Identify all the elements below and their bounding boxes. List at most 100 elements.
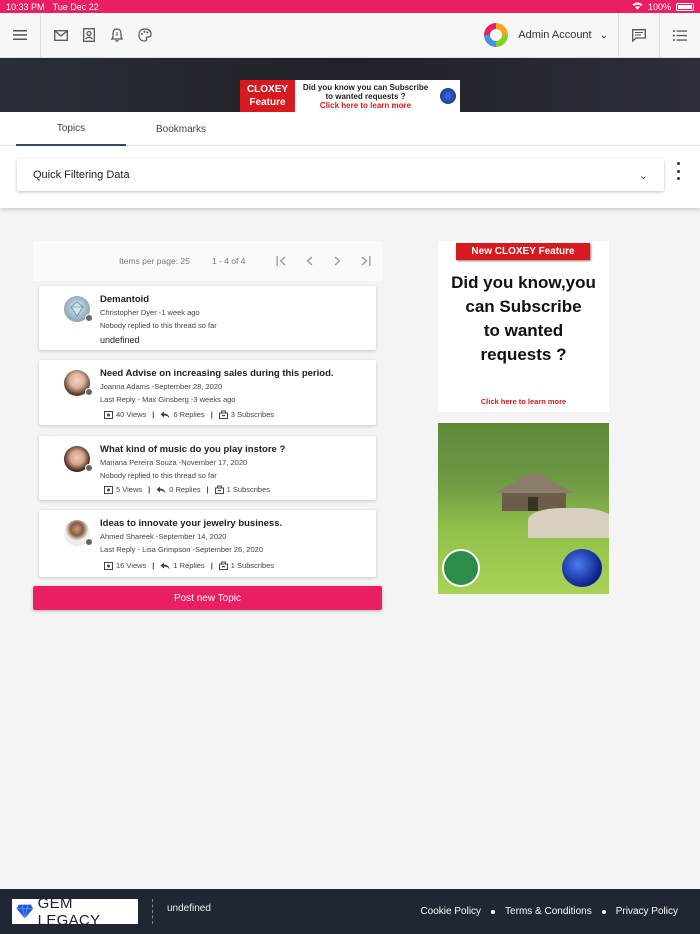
notifications-button[interactable] — [105, 23, 129, 47]
chevron-right-icon — [334, 256, 341, 266]
topic-stats: 5 Views | 0 Replies | 1 Subscribes — [104, 485, 270, 494]
topic-stats: 16 Views | 1 Replies | 1 Subscribes — [104, 561, 274, 570]
status-bar: 10:33 PM Tue Dec 22 100% — [0, 0, 700, 13]
kebab-dot — [676, 162, 680, 165]
last-page-button[interactable] — [359, 255, 371, 267]
theme-button[interactable] — [133, 23, 157, 47]
stats-separator: | — [206, 485, 209, 494]
page-range: 1 - 4 of 4 — [211, 256, 246, 266]
link-separator — [491, 909, 496, 914]
sapphire-icon — [562, 549, 602, 587]
reply-icon — [156, 486, 166, 493]
next-page-button[interactable] — [331, 255, 343, 267]
topic-card[interactable]: What kind of music do you play instore ?… — [39, 436, 376, 500]
tab-bookmarks[interactable]: Bookmarks — [126, 112, 236, 146]
terms-conditions-link[interactable]: Terms & Conditions — [505, 906, 592, 917]
account-menu[interactable]: Admin Account ⌄ — [482, 13, 618, 58]
topic-author: Christopher Dyer -1 week ago — [100, 308, 200, 317]
chevron-down-icon: ⌄ — [599, 29, 608, 41]
topic-card[interactable]: Demantoid Christopher Dyer -1 week ago N… — [39, 286, 376, 350]
reply-icon — [160, 562, 170, 569]
topic-last-reply: Last Reply - Lisa Grimpson -September 26… — [100, 545, 263, 554]
wifi-icon — [632, 2, 643, 12]
presence-indicator — [85, 388, 93, 396]
quick-filter-expander[interactable]: Quick Filtering Data ⌄ — [17, 159, 664, 191]
topic-stats: 40 Views | 6 Replies | 3 Subscribes — [104, 410, 274, 419]
topic-title[interactable]: Need Advise on increasing sales during t… — [100, 368, 334, 379]
topic-author: Joanna Adams -September 28, 2020 — [100, 382, 223, 391]
banner-ad[interactable]: CLOXEY Feature Did you know you can Subs… — [240, 80, 460, 112]
side-ad-headline: Did you know,you can Subscribe to wanted… — [438, 271, 609, 367]
mail-button[interactable] — [49, 23, 73, 47]
topic-card[interactable]: Ideas to innovate your jewelry business.… — [39, 510, 376, 577]
top-banner: CLOXEY Feature Did you know you can Subs… — [0, 58, 700, 112]
list-view-button[interactable] — [660, 13, 700, 58]
hut-illustration — [494, 471, 574, 511]
side-ad-line1: Did you know,you — [451, 273, 596, 292]
kebab-dot — [676, 169, 680, 173]
sand-pile — [528, 508, 609, 538]
cookie-policy-link[interactable]: Cookie Policy — [420, 906, 481, 917]
topic-author: Mariana Pereira Souza -November 17, 2020 — [100, 458, 248, 467]
status-time: 10:33 PM — [6, 1, 45, 12]
stats-separator: | — [152, 561, 155, 570]
more-options-button[interactable] — [673, 162, 683, 180]
topic-last-reply: Nobody replied to this thread so far — [100, 471, 217, 480]
contacts-button[interactable] — [77, 23, 101, 47]
footer-links: Cookie Policy Terms & Conditions Privacy… — [420, 906, 678, 917]
banner-cta: Click here to learn more — [319, 101, 412, 110]
topic-card[interactable]: Need Advise on increasing sales during t… — [39, 360, 376, 425]
previous-page-button[interactable] — [303, 255, 315, 267]
replies-count: 6 Replies — [173, 410, 205, 419]
presence-indicator — [85, 464, 93, 472]
views-count: 5 Views — [116, 485, 143, 494]
list-icon — [673, 29, 687, 41]
replies-count: 1 Replies — [173, 561, 205, 570]
brand-logo-icon — [484, 23, 509, 47]
side-ad-feature[interactable]: New CLOXEY Feature Did you know,you can … — [438, 241, 609, 412]
views-icon — [104, 485, 113, 494]
banner-line2: to wanted requests ? — [325, 92, 406, 101]
first-page-button[interactable] — [275, 255, 287, 267]
views-icon — [104, 561, 113, 570]
side-ad-photo[interactable] — [438, 423, 609, 594]
topic-title[interactable]: Ideas to innovate your jewelry business. — [100, 518, 282, 529]
link-separator — [601, 909, 606, 914]
topic-last-reply: Last Reply - Max Ginsberg -3 weeks ago — [100, 395, 236, 404]
banner-feature: Feature — [249, 97, 286, 108]
views-icon — [104, 410, 113, 419]
stats-separator: | — [148, 485, 151, 494]
palette-icon — [138, 28, 152, 42]
presence-indicator — [85, 538, 93, 546]
side-ad-cta[interactable]: Click here to learn more — [438, 397, 609, 406]
bell-icon — [111, 28, 123, 42]
views-count: 40 Views — [116, 410, 147, 419]
paginator: Items per page: 25 1 - 4 of 4 — [33, 241, 382, 281]
topic-tabs: Topics Bookmarks — [0, 112, 700, 146]
privacy-policy-link[interactable]: Privacy Policy — [616, 906, 678, 917]
gem-legacy-logo[interactable]: GEM LEGACY — [12, 895, 138, 929]
diamond-icon — [16, 904, 34, 919]
battery-percent: 100% — [647, 1, 671, 12]
topic-last-reply: Nobody replied to this thread so far — [100, 321, 217, 330]
topic-extra: undefined — [100, 335, 140, 345]
side-ad-line4: requests ? — [480, 345, 567, 364]
top-navigation: Admin Account ⌄ — [0, 12, 700, 58]
chat-button[interactable] — [619, 13, 659, 58]
items-per-page[interactable]: Items per page: 25 — [119, 256, 190, 266]
side-ad-line2: can Subscribe — [465, 297, 582, 316]
chevron-down-icon: ⌄ — [638, 169, 648, 182]
filter-panel: Quick Filtering Data ⌄ — [0, 146, 700, 208]
tab-topics[interactable]: Topics — [16, 112, 126, 146]
post-new-topic-button[interactable]: Post new Topic — [33, 586, 382, 610]
contact-card-icon — [83, 28, 95, 42]
last-page-icon — [361, 256, 371, 266]
battery-icon — [676, 2, 694, 11]
subscribes-count: 3 Subscribes — [230, 410, 275, 419]
subscribe-icon — [218, 561, 228, 570]
subscribe-icon — [214, 485, 224, 494]
topic-title[interactable]: What kind of music do you play instore ? — [100, 444, 285, 455]
topic-title[interactable]: Demantoid — [100, 294, 149, 305]
chat-icon — [632, 28, 646, 42]
menu-button[interactable] — [0, 13, 40, 58]
